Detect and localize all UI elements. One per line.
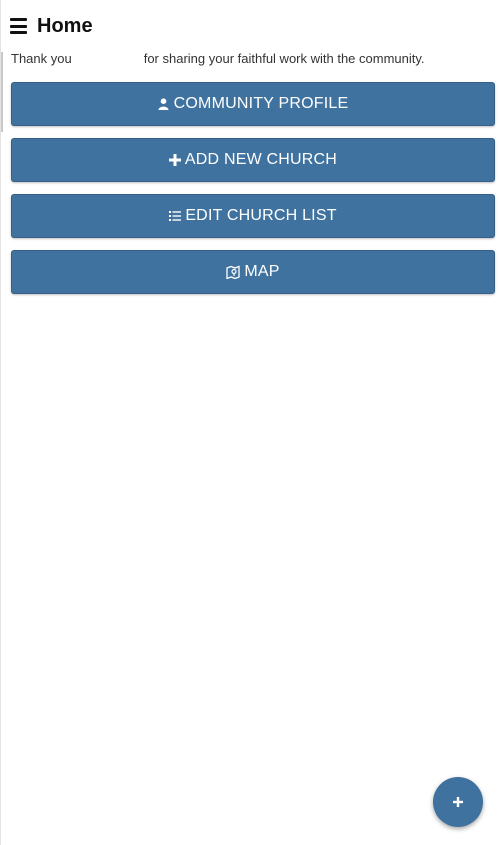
map-button[interactable]: MAP bbox=[11, 250, 495, 294]
add-new-church-label: ADD NEW CHURCH bbox=[184, 151, 338, 168]
list-icon bbox=[169, 210, 182, 222]
community-profile-label: COMMUNITY PROFILE bbox=[173, 95, 349, 112]
map-icon bbox=[226, 265, 241, 279]
thank-you-message: Thank you for sharing your faithful work … bbox=[11, 51, 491, 67]
home-page: Home Thank you for sharing your faithful … bbox=[0, 0, 500, 845]
plus-icon bbox=[168, 154, 181, 166]
user-icon bbox=[158, 98, 170, 110]
edit-church-list-button[interactable]: EDIT CHURCH LIST bbox=[11, 194, 495, 238]
edit-church-list-label: EDIT CHURCH LIST bbox=[185, 207, 337, 224]
community-profile-button[interactable]: COMMUNITY PROFILE bbox=[11, 82, 495, 126]
thank-you-text: Thank you bbox=[11, 51, 72, 66]
page-title: Home bbox=[37, 15, 93, 37]
add-new-church-button[interactable]: ADD NEW CHURCH bbox=[11, 138, 495, 182]
community-text: for sharing your faithful work with the … bbox=[143, 51, 425, 66]
floating-add-button[interactable] bbox=[433, 777, 483, 827]
header: Home bbox=[10, 12, 93, 40]
left-edge-accent bbox=[1, 52, 3, 132]
hamburger-menu-icon[interactable] bbox=[10, 18, 27, 34]
map-label: MAP bbox=[244, 263, 280, 280]
plus-icon bbox=[453, 797, 463, 807]
